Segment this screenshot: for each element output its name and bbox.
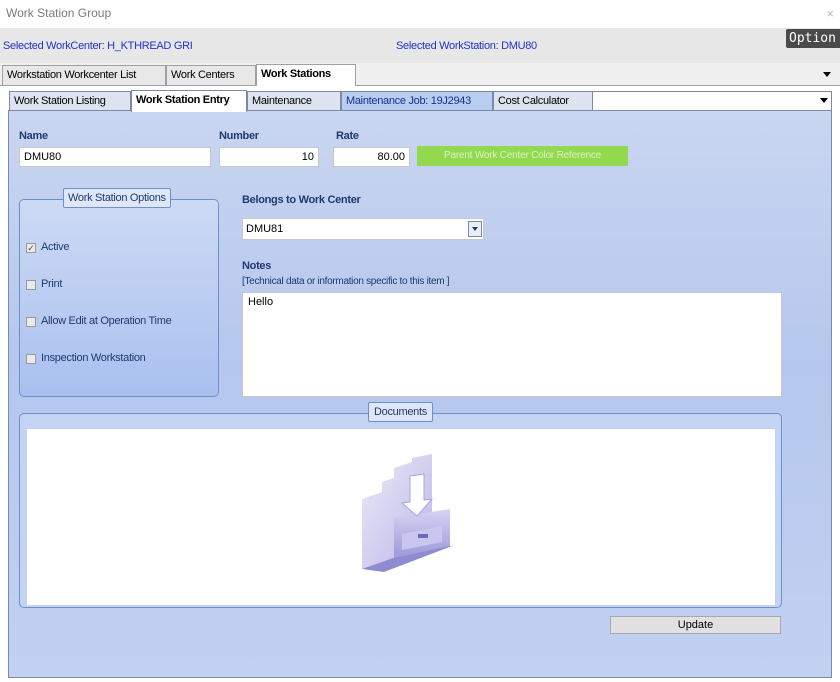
window-title: Work Station Group <box>6 6 112 20</box>
tab-cost-calculator[interactable]: Cost Calculator <box>493 91 593 111</box>
notes-textarea[interactable]: Hello <box>242 292 782 397</box>
chevron-down-icon <box>472 227 478 231</box>
inspection-workstation-checkbox[interactable] <box>26 354 36 364</box>
update-button[interactable]: Update <box>610 616 781 634</box>
active-label: Active <box>41 241 70 253</box>
selected-workstation-text: Selected WorkStation: DMU80 <box>396 40 537 52</box>
options-button[interactable]: Option <box>786 29 840 48</box>
belongs-to-workcenter-select[interactable]: DMU81 <box>242 218 484 240</box>
combo-dropdown-button[interactable] <box>468 221 482 237</box>
folder-download-icon <box>362 454 452 572</box>
rate-label: Rate <box>336 130 359 142</box>
notes-hint: [Technical data or information specific … <box>242 276 450 287</box>
parent-work-center-color-swatch: Parent Work Center Color Reference <box>417 146 628 166</box>
tab-work-station-entry[interactable]: Work Station Entry <box>131 90 247 112</box>
inner-tab-strip-fill <box>591 91 832 111</box>
close-icon[interactable]: × <box>826 6 834 21</box>
rate-field[interactable]: 80.00 <box>333 147 410 167</box>
inspection-workstation-label: Inspection Workstation <box>41 352 146 364</box>
allow-edit-checkbox[interactable] <box>26 317 36 327</box>
title-bar <box>0 0 840 28</box>
active-checkbox[interactable]: ✓ <box>26 243 36 253</box>
documents-title: Documents <box>368 402 433 422</box>
work-station-options-group <box>19 199 219 397</box>
checkmark-icon: ✓ <box>27 243 35 253</box>
tab-work-centers[interactable]: Work Centers <box>166 65 256 85</box>
print-label: Print <box>41 278 63 290</box>
belongs-to-label: Belongs to Work Center <box>242 194 361 206</box>
allow-edit-label: Allow Edit at Operation Time <box>41 315 172 327</box>
tab-work-stations[interactable]: Work Stations <box>256 64 356 86</box>
documents-drop-area[interactable] <box>27 429 775 605</box>
number-field[interactable]: 10 <box>219 147 319 167</box>
tab-maintenance-job[interactable]: Maintenance Job: 19J2943 <box>341 91 493 111</box>
tab-work-station-listing[interactable]: Work Station Listing <box>9 91 131 111</box>
notes-label: Notes <box>242 260 272 272</box>
name-field[interactable]: DMU80 <box>19 147 211 167</box>
tab-workstation-workcenter-list[interactable]: Workstation Workcenter List <box>2 65 166 85</box>
tab-maintenance[interactable]: Maintenance <box>247 91 341 111</box>
number-label: Number <box>219 130 259 142</box>
outer-tabs-dropdown-icon[interactable] <box>823 72 831 77</box>
selected-workcenter-text: Selected WorkCenter: H_KTHREAD GRI <box>3 40 193 52</box>
print-checkbox[interactable] <box>26 280 36 290</box>
name-label: Name <box>19 130 48 142</box>
work-station-options-title: Work Station Options <box>63 188 171 208</box>
inner-tabs-dropdown-icon[interactable] <box>820 98 828 103</box>
